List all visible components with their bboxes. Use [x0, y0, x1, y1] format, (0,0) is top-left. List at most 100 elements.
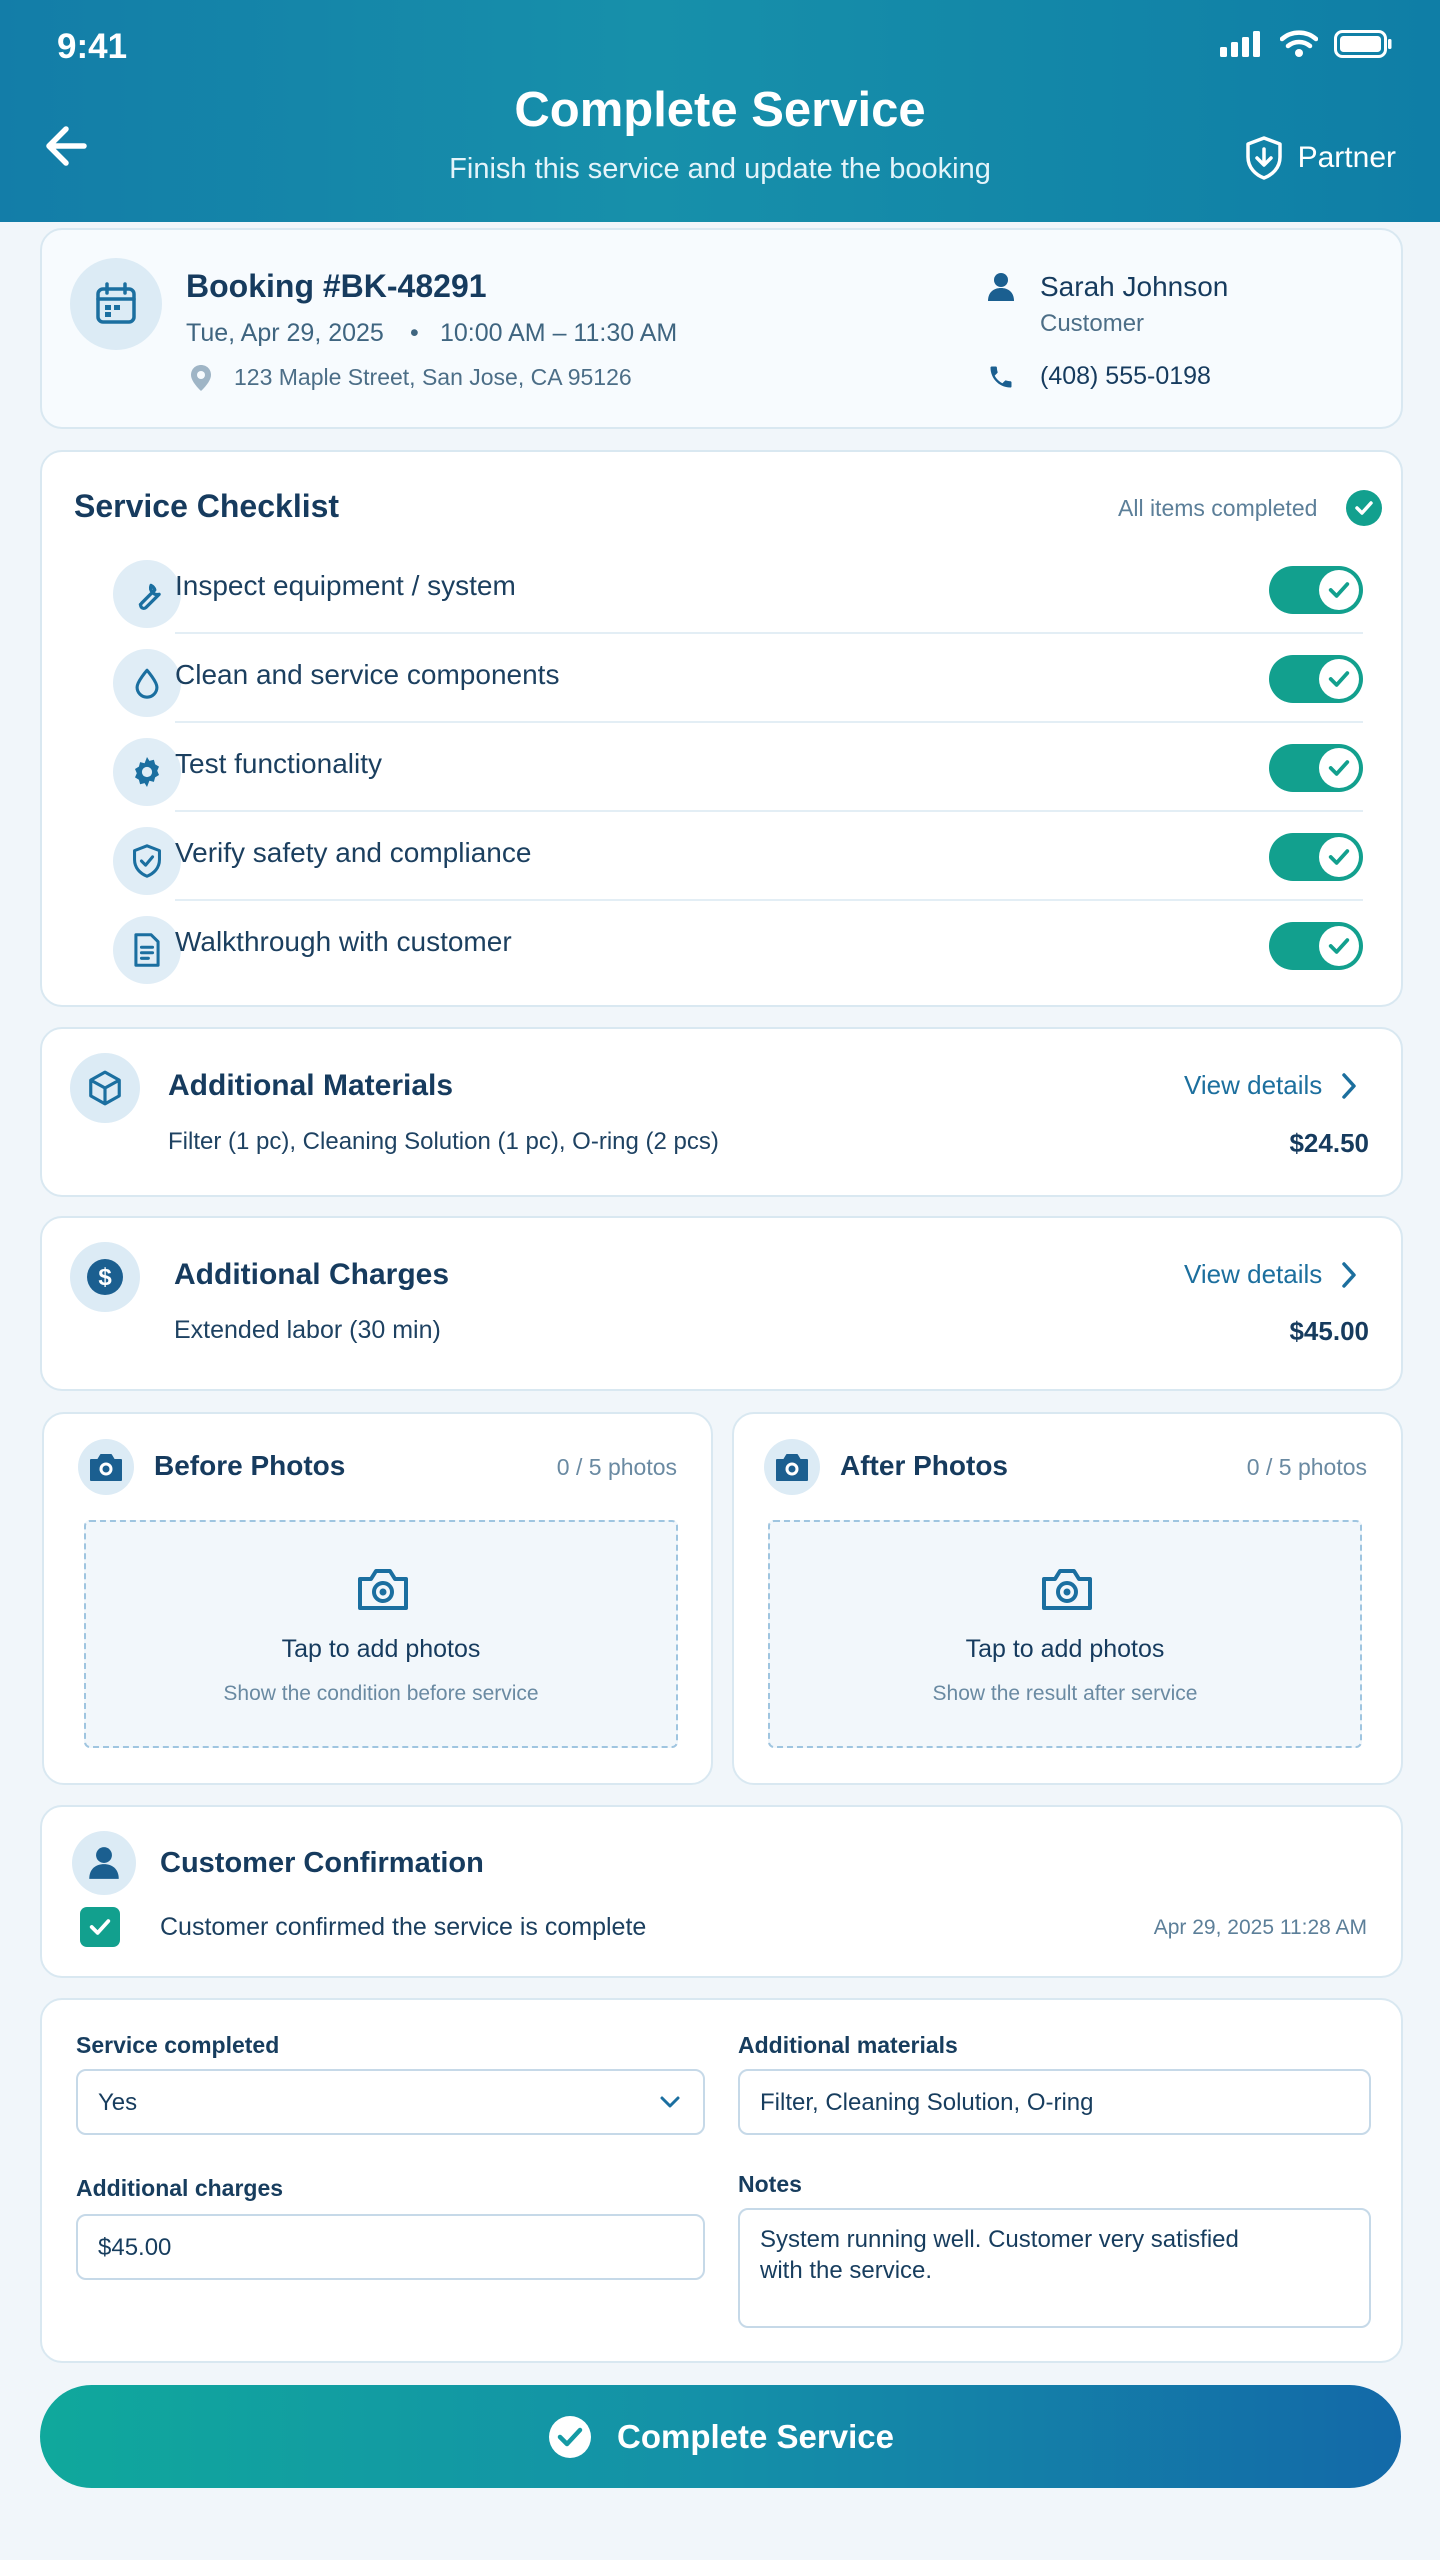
booking-number: Booking #BK-48291	[186, 268, 487, 304]
camera-icon-circle	[764, 1439, 820, 1495]
after-photos-count: 0 / 5 photos	[1246, 1454, 1367, 1480]
chevron-down-icon	[660, 2096, 680, 2108]
phone-icon	[990, 366, 1012, 388]
confirmation-text: Customer confirmed the service is comple…	[160, 1913, 647, 1941]
customer-name: Sarah Johnson	[1040, 271, 1229, 302]
camera-icon-circle	[78, 1439, 134, 1495]
shield-check-icon	[113, 827, 181, 895]
after-photos-hint: Show the result after service	[932, 1682, 1198, 1705]
checklist-item: Clean and service components	[113, 635, 1363, 723]
check-icon	[89, 1919, 111, 1935]
before-photos-cta: Tap to add photos	[281, 1635, 481, 1663]
chevron-right-icon	[1342, 1262, 1356, 1288]
checklist-status: All items completed	[1118, 495, 1318, 521]
notes-line: with the service.	[760, 2257, 933, 2284]
document-icon	[113, 916, 181, 984]
chevron-right-icon	[1342, 1073, 1356, 1099]
shield-download-icon	[1245, 136, 1282, 180]
service-completed-select[interactable]: Yes	[76, 2069, 705, 2135]
partner-label: Partner	[1297, 141, 1396, 174]
checklist-toggle[interactable]	[1269, 566, 1363, 614]
camera-outline-icon	[358, 1569, 408, 1610]
partner-button[interactable]: Partner	[1244, 135, 1396, 181]
status-icons	[1220, 30, 1392, 58]
calendar-icon	[96, 282, 136, 324]
charges-view-details[interactable]: View details	[1184, 1259, 1322, 1290]
gear-icon	[113, 738, 181, 806]
checklist-title: Service Checklist	[74, 488, 340, 524]
charges-amount: $45.00	[1289, 1316, 1369, 1346]
confirmation-card: Customer Confirmation Customer confirmed…	[40, 1805, 1403, 1978]
notes-line: System running well. Customer very satis…	[760, 2226, 1239, 2253]
materials-view-details[interactable]: View details	[1184, 1070, 1322, 1101]
complete-service-button[interactable]: Complete Service	[40, 2385, 1401, 2488]
checklist-item-label: Inspect equipment / system	[175, 570, 516, 601]
customer-phone[interactable]: (408) 555-0198	[1040, 362, 1211, 391]
complete-service-label: Complete Service	[617, 2417, 894, 2455]
customer-role: Customer	[1040, 310, 1145, 337]
person-icon	[988, 273, 1014, 301]
checklist-item-label: Test functionality	[175, 748, 382, 779]
before-photos-hint: Show the condition before service	[223, 1682, 539, 1705]
check-icon	[1328, 582, 1350, 598]
check-circle-icon	[549, 2415, 592, 2458]
checklist-toggle[interactable]	[1269, 655, 1363, 703]
date-separator: •	[410, 319, 419, 347]
after-photos-card: After Photos 0 / 5 photos Tap to add pho…	[732, 1412, 1403, 1785]
before-photos-title: Before Photos	[154, 1450, 346, 1481]
materials-title: Additional Materials	[168, 1069, 454, 1102]
app-header: 9:41 Complete Service Finish this servic…	[0, 0, 1440, 222]
after-photos-dropzone[interactable]: Tap to add photos Show the result after …	[768, 1520, 1362, 1748]
charges-input[interactable]: $45.00	[76, 2214, 705, 2280]
wrench-icon	[113, 560, 181, 628]
box-icon	[70, 1053, 140, 1123]
notes-textarea[interactable]: System running well. Customer very satis…	[738, 2208, 1371, 2328]
materials-input[interactable]: Filter, Cleaning Solution, O-ring	[738, 2069, 1371, 2135]
checklist-item: Test functionality	[113, 724, 1363, 812]
checklist-item-label: Verify safety and compliance	[175, 837, 532, 868]
checklist-toggle[interactable]	[1269, 744, 1363, 792]
booking-address: 123 Maple Street, San Jose, CA 95126	[234, 364, 632, 390]
charges-description: Extended labor (30 min)	[174, 1316, 441, 1344]
checklist-item-label: Clean and service components	[175, 659, 560, 690]
person-icon-circle	[72, 1831, 136, 1895]
battery-icon	[1334, 30, 1392, 58]
notes-label: Notes	[738, 2171, 802, 2197]
materials-field-label: Additional materials	[738, 2032, 958, 2058]
service-form-card: Service completed Yes Additional materia…	[40, 1998, 1403, 2363]
service-completed-label: Service completed	[76, 2032, 280, 2058]
person-icon	[89, 1847, 119, 1879]
camera-icon	[776, 1454, 808, 1481]
checklist-item: Walkthrough with customer	[113, 902, 1363, 990]
all-complete-check-icon	[1346, 490, 1382, 526]
checklist-item: Verify safety and compliance	[113, 813, 1363, 901]
service-completed-value: Yes	[98, 2089, 138, 2116]
booking-time: 10:00 AM – 11:30 AM	[440, 319, 678, 347]
charges-card[interactable]: $ Additional Charges View details Extend…	[40, 1216, 1403, 1391]
droplet-icon	[113, 649, 181, 717]
signal-icon	[1220, 31, 1260, 57]
checklist-toggle[interactable]	[1269, 833, 1363, 881]
location-pin-icon	[191, 365, 211, 391]
checklist-item: Inspect equipment / system	[113, 546, 1363, 634]
camera-outline-icon	[1042, 1569, 1092, 1610]
checklist-toggle[interactable]	[1269, 922, 1363, 970]
after-photos-title: After Photos	[840, 1450, 1008, 1481]
confirmation-title: Customer Confirmation	[160, 1847, 484, 1879]
check-icon	[1328, 671, 1350, 687]
booking-date: Tue, Apr 29, 2025	[186, 319, 384, 347]
materials-card[interactable]: Additional Materials View details Filter…	[40, 1027, 1403, 1197]
before-photos-dropzone[interactable]: Tap to add photos Show the condition bef…	[84, 1520, 678, 1748]
svg-text:$: $	[98, 1264, 112, 1291]
status-time: 9:41	[57, 27, 128, 66]
booking-card: Booking #BK-48291 Tue, Apr 29, 2025 • 10…	[40, 228, 1403, 429]
check-icon	[1328, 849, 1350, 865]
before-photos-card: Before Photos 0 / 5 photos Tap to add ph…	[42, 1412, 713, 1785]
charges-field-label: Additional charges	[76, 2175, 284, 2201]
page-title: Complete Service	[514, 83, 926, 137]
before-photos-count: 0 / 5 photos	[556, 1454, 677, 1480]
calendar-icon-circle	[70, 258, 162, 350]
dollar-icon: $	[87, 1259, 123, 1295]
page-subtitle: Finish this service and update the booki…	[449, 153, 991, 185]
confirmation-checkbox[interactable]	[80, 1907, 120, 1947]
